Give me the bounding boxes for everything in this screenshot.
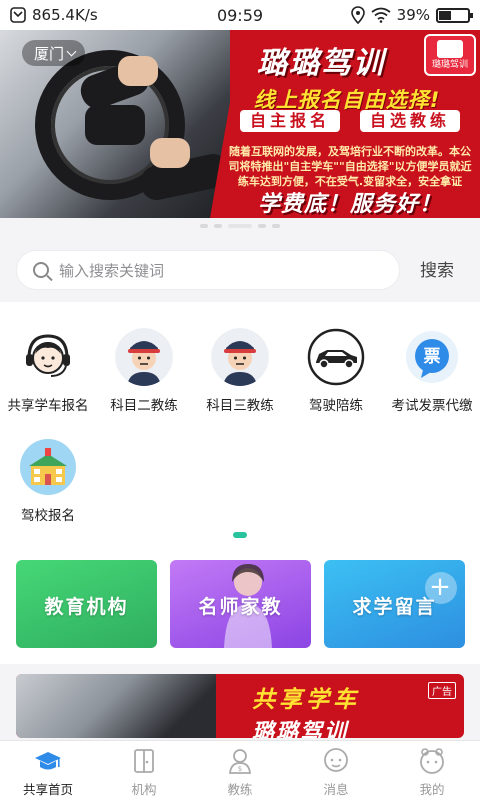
coach-icon (115, 328, 173, 386)
service-grid: 共享学车报名 科目二教练 科目三教练 驾驶陪练 票 考试发票代缴 驾校报名 (0, 302, 480, 552)
coach-icon (211, 328, 269, 386)
card-label: 教育机构 (44, 596, 129, 618)
tab-mine[interactable]: 我的 (384, 741, 480, 800)
brand-logo-text: 璐璐驾训 (431, 60, 468, 70)
service-subject3-coach[interactable]: 科目三教练 (192, 328, 288, 414)
service-label: 驾校报名 (21, 508, 75, 524)
search-button[interactable]: 搜索 (410, 256, 464, 281)
wifi-icon (371, 7, 391, 23)
banner-brand: 璐璐驾训 (257, 46, 385, 81)
banner-body: 随着互联网的发展，及驾培行业不断的改革。本公司将特推出"自主学车""自由选择"以… (228, 145, 472, 188)
tab-label: 机构 (131, 782, 157, 797)
card-label: 名师家教 (198, 596, 283, 618)
battery-icon (436, 7, 473, 23)
customer-service-icon (19, 328, 77, 386)
profile-icon (420, 748, 444, 774)
carousel-dot[interactable] (272, 224, 280, 228)
building-icon (134, 749, 154, 773)
city-label: 厦门 (34, 44, 65, 63)
service-label: 共享学车报名 (7, 398, 89, 414)
tab-label: 共享首页 (22, 782, 73, 797)
ad-tag: 广告 (428, 682, 456, 699)
network-speed: 865.4K/s (32, 6, 98, 24)
tab-institution[interactable]: 机构 (96, 741, 192, 800)
city-selector[interactable]: 厦门 (22, 40, 86, 66)
location-icon (350, 6, 365, 24)
school-icon (19, 438, 77, 496)
service-label: 科目二教练 (110, 398, 178, 414)
service-driving-practice[interactable]: 驾驶陪练 (288, 328, 384, 414)
ad-brand: 璐璐驾训 (252, 720, 349, 738)
carousel-dot[interactable] (200, 224, 208, 228)
graduation-cap-icon (35, 752, 61, 770)
status-bar: 09:59 865.4K/s 39% (0, 0, 480, 30)
tab-label: 消息 (323, 782, 349, 797)
ad-banner[interactable]: 共享学车 璐璐驾训 广告 (16, 674, 464, 738)
service-label: 驾驶陪练 (309, 398, 363, 414)
tab-label: 我的 (419, 782, 445, 797)
bottom-tab-bar: 共享首页 机构 $ 教练 消息 我的 (0, 740, 480, 800)
banner-carousel[interactable]: 璐璐驾训 璐璐驾训 线上报名自由选择! 自主报名 自选教练 随着互联网的发展，及… (0, 30, 480, 218)
ad-title: 共享学车 (252, 687, 360, 713)
notification-icon (10, 7, 26, 23)
banner-pill-left: 自主报名 (240, 110, 341, 132)
tab-home[interactable]: 共享首页 (0, 741, 96, 800)
carousel-dot[interactable] (214, 224, 222, 228)
service-school-signup[interactable]: 驾校报名 (0, 438, 96, 524)
banner-slogan: 学费底！服务好！ (257, 192, 442, 217)
service-label: 科目三教练 (206, 398, 274, 414)
card-label: 求学留言 (352, 596, 437, 618)
service-subject2-coach[interactable]: 科目二教练 (96, 328, 192, 414)
carousel-dot[interactable] (258, 224, 266, 228)
service-shared-signup[interactable]: 共享学车报名 (0, 328, 96, 414)
svg-text:票: 票 (424, 347, 441, 367)
brand-logo: 璐璐驾训 (424, 34, 476, 76)
message-icon (324, 748, 348, 772)
tab-coach[interactable]: $ 教练 (192, 741, 288, 800)
search-bar: 输入搜索关键词 搜索 (0, 236, 480, 302)
tab-label: 教练 (227, 782, 253, 797)
car-icon (307, 328, 365, 386)
service-exam-invoice[interactable]: 票 考试发票代缴 (384, 328, 480, 414)
ticket-icon: 票 (403, 328, 461, 386)
chevron-down-icon (66, 46, 77, 56)
service-page-indicator (233, 532, 247, 538)
card-study-message[interactable]: + 求学留言 (324, 560, 465, 648)
tab-messages[interactable]: 消息 (288, 741, 384, 800)
service-label: 考试发票代缴 (391, 398, 473, 414)
card-education-institution[interactable]: 教育机构 (16, 560, 157, 648)
carousel-dot[interactable] (228, 224, 252, 228)
search-input[interactable]: 输入搜索关键词 (16, 250, 400, 290)
search-placeholder: 输入搜索关键词 (59, 261, 165, 280)
ad-photo (16, 674, 216, 738)
search-icon (33, 262, 49, 278)
battery-percent: 39% (396, 6, 430, 24)
category-cards: 教育机构 名师家教 + 求学留言 (0, 552, 480, 664)
card-famous-tutor[interactable]: 名师家教 (170, 560, 311, 648)
person-icon: $ (229, 749, 251, 774)
banner-pill-right: 自选教练 (360, 110, 461, 132)
carousel-indicator (0, 224, 480, 228)
svg-text:$: $ (238, 765, 242, 773)
